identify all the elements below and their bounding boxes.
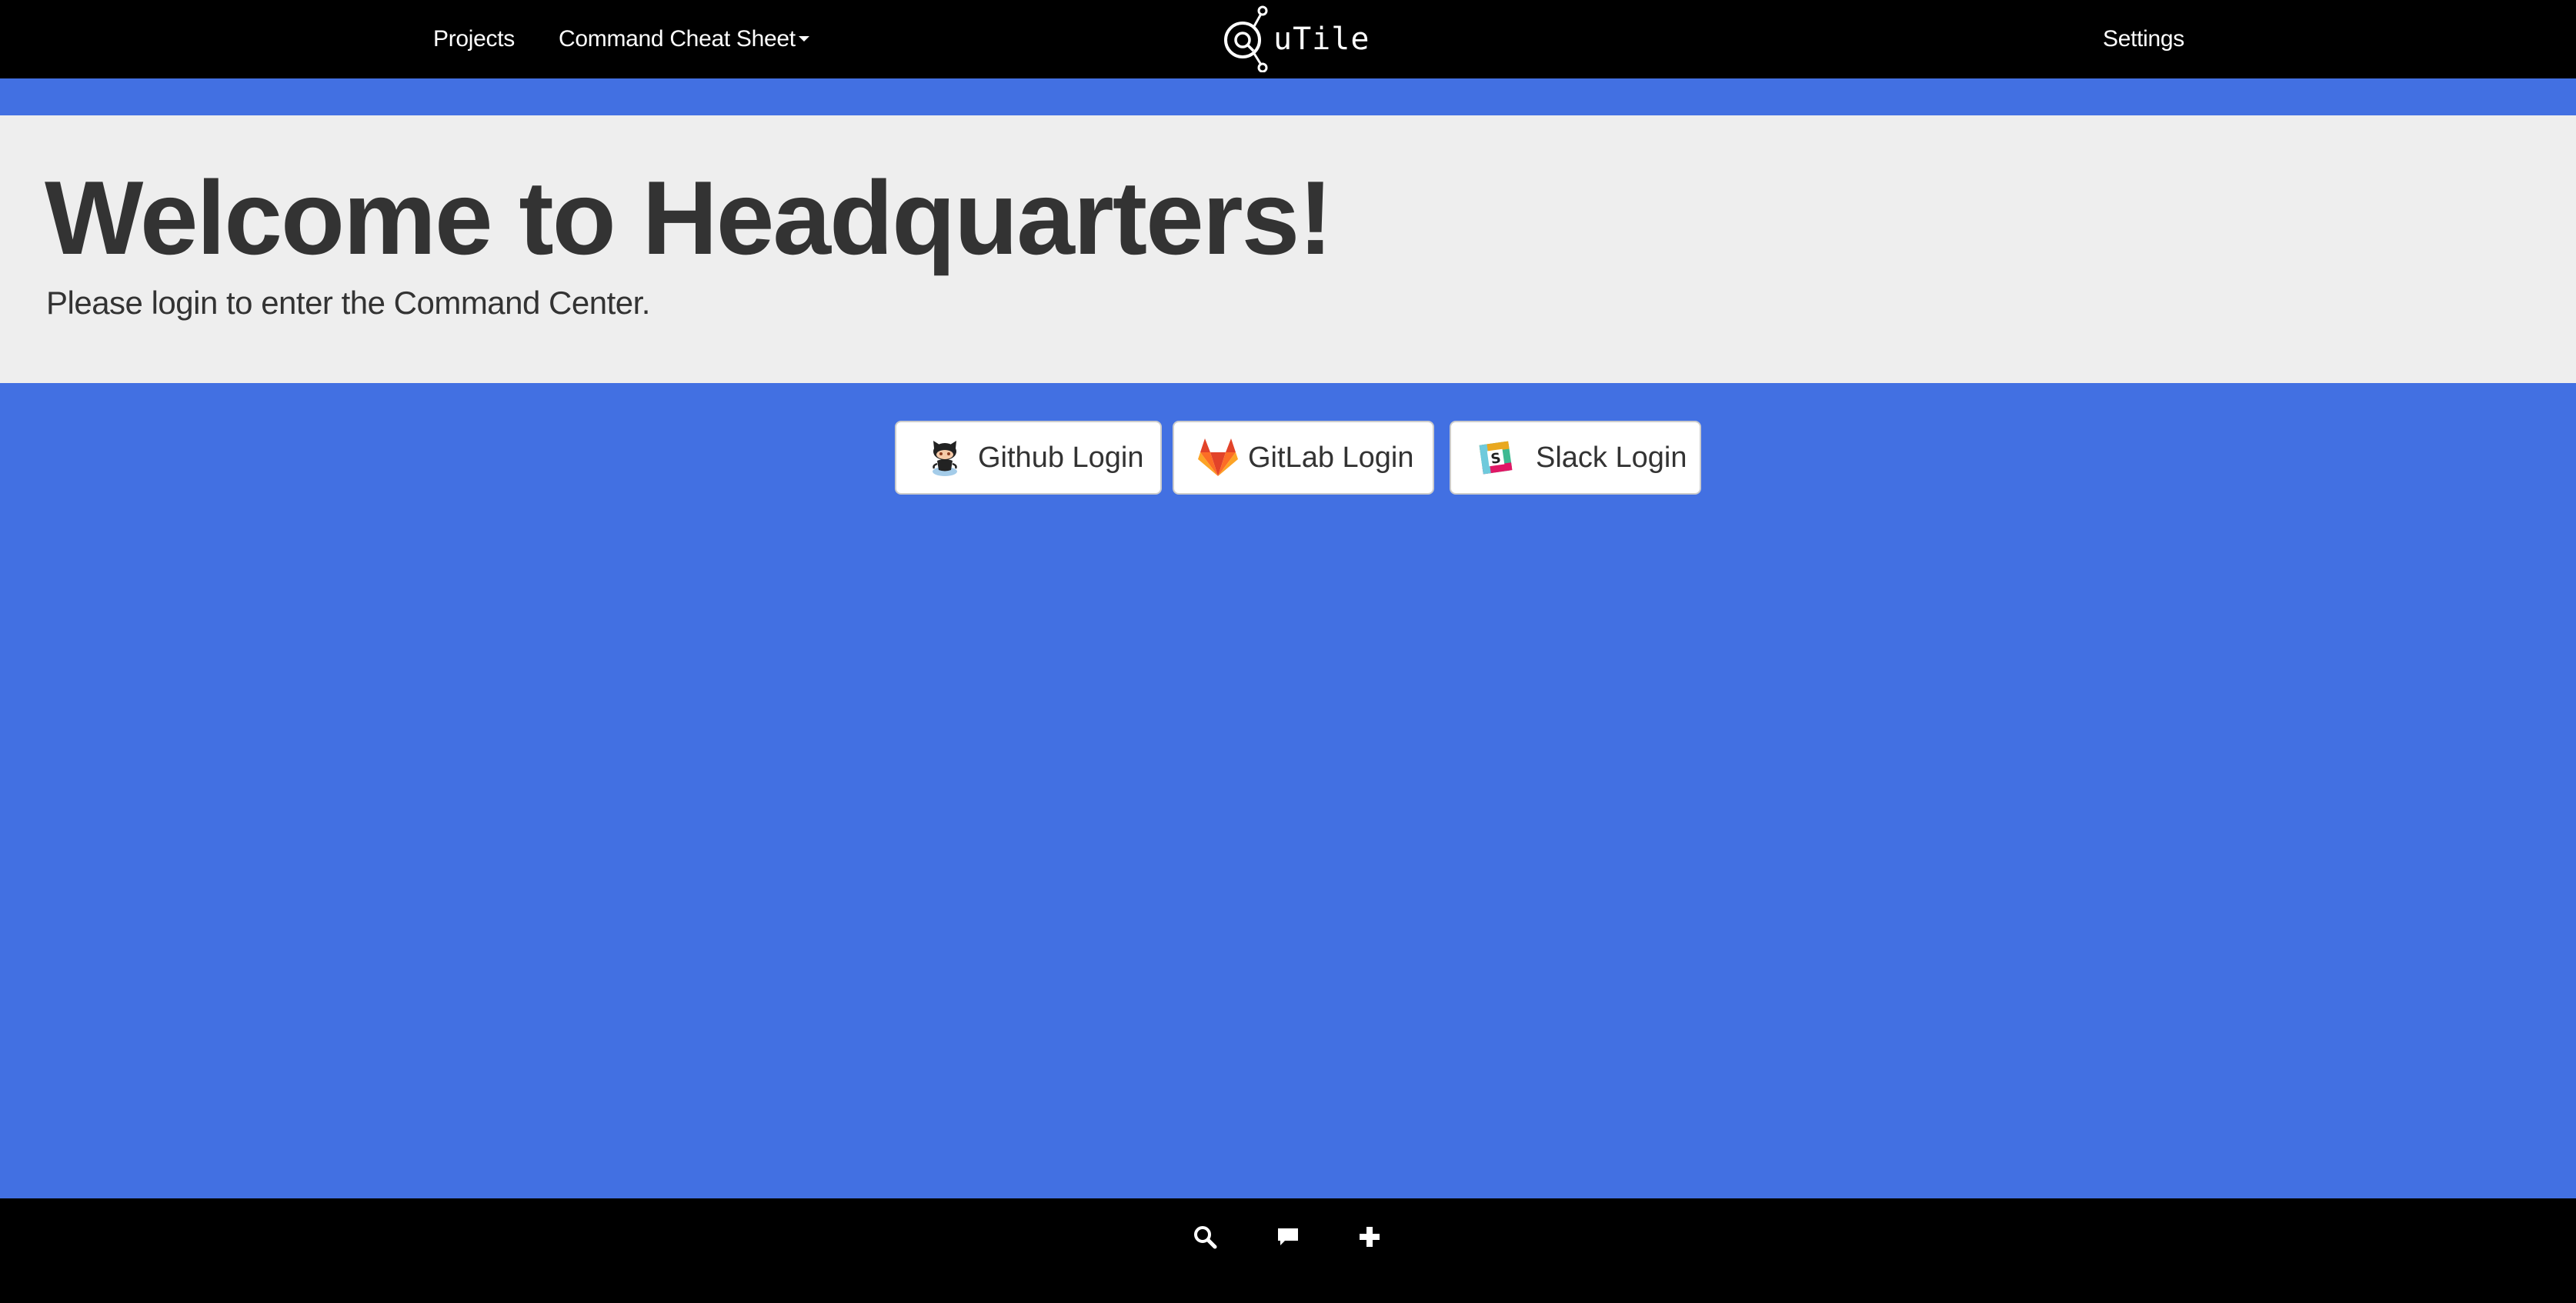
brand-logo[interactable]: uTile	[1220, 5, 1370, 72]
chat-icon[interactable]	[1274, 1223, 1302, 1251]
plus-icon[interactable]	[1356, 1223, 1383, 1251]
slack-login-button[interactable]: S Slack Login	[1450, 421, 1701, 495]
gitlab-login-label: GitLab Login	[1248, 441, 1414, 474]
qutile-logo-icon	[1220, 5, 1275, 72]
github-login-button[interactable]: Github Login	[895, 421, 1162, 495]
slack-login-label: Slack Login	[1536, 441, 1687, 474]
page-subtitle: Please login to enter the Command Center…	[46, 285, 650, 321]
nav-cheat-sheet-dropdown[interactable]: Command Cheat Sheet	[559, 0, 809, 78]
github-octocat-icon	[927, 438, 963, 478]
bottom-toolbar	[0, 1198, 2576, 1303]
search-icon[interactable]	[1191, 1223, 1219, 1251]
github-login-label: Github Login	[978, 441, 1144, 474]
nav-settings-link[interactable]: Settings	[2103, 0, 2184, 78]
gitlab-login-button[interactable]: GitLab Login	[1173, 421, 1434, 495]
page-title: Welcome to Headquarters!	[45, 159, 1333, 276]
top-navbar: Projects Command Cheat Sheet uTile Setti…	[0, 0, 2576, 78]
caret-down-icon	[798, 36, 809, 42]
welcome-jumbotron: Welcome to Headquarters! Please login to…	[0, 115, 2576, 383]
slack-logo-icon: S	[1477, 439, 1514, 476]
logo-text: uTile	[1273, 22, 1370, 57]
nav-cheat-sheet-label: Command Cheat Sheet	[559, 26, 796, 52]
gitlab-fox-icon	[1197, 438, 1239, 478]
nav-projects-link[interactable]: Projects	[433, 0, 515, 78]
